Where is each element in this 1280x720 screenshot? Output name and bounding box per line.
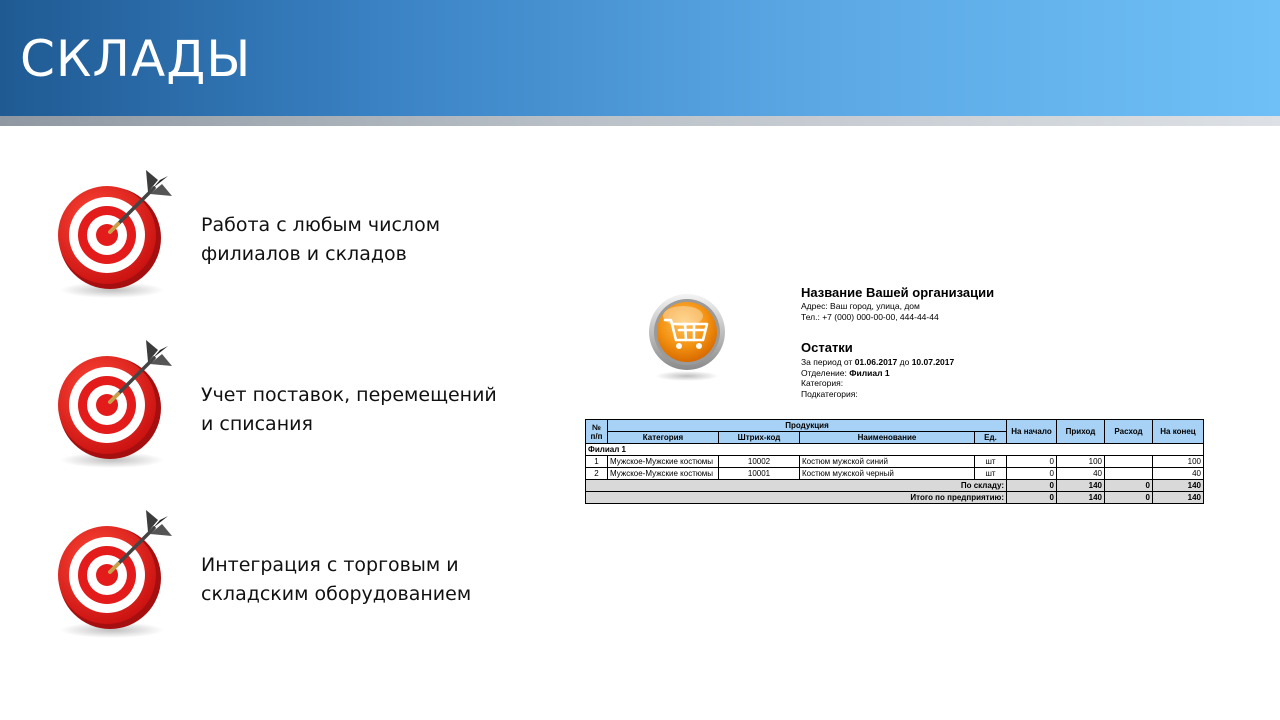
col-header-expense: Расход: [1104, 419, 1153, 444]
feature-line: Интеграция с торговым и: [201, 554, 459, 576]
company-total-end: 140: [1152, 491, 1204, 504]
col-header-end: На конец: [1152, 419, 1204, 444]
col-header-num: № п/п: [585, 419, 608, 444]
group-label: Филиал 1: [585, 443, 1204, 456]
report-period: За период от 01.06.2017 до 10.07.2017: [801, 357, 954, 368]
warehouse-total-start: 0: [1006, 479, 1057, 492]
cell-unit: шт: [974, 455, 1007, 468]
cell-end: 40: [1152, 467, 1204, 480]
period-to: 10.07.2017: [911, 357, 955, 367]
feature-line: складским оборудованием: [201, 583, 472, 605]
period-to-label: до: [899, 357, 910, 367]
page-title: СКЛАДЫ: [20, 30, 252, 88]
feature-line: Работа с любым числом: [201, 214, 441, 236]
report-title: Остатки: [801, 340, 853, 355]
cell-expense: [1104, 467, 1153, 480]
cell-income: 40: [1056, 467, 1105, 480]
report-department: Отделение: Филиал 1: [801, 368, 954, 379]
header-divider: [0, 116, 1280, 126]
cell-name: Костюм мужской синий: [799, 455, 975, 468]
target-icon: [50, 336, 190, 476]
warehouse-total-label: По складу:: [585, 479, 1007, 492]
organization-info: Название Вашей организации Адрес: Ваш го…: [801, 285, 994, 322]
cell-barcode: 10002: [718, 455, 800, 468]
report-subcategory: Подкатегория:: [801, 388, 858, 399]
organization-name: Название Вашей организации: [801, 285, 995, 300]
warehouse-total-income: 140: [1056, 479, 1105, 492]
group-row: Филиал 1: [585, 443, 1204, 456]
feature-line: Учет поставок, перемещений: [201, 384, 497, 406]
col-header-category: Категория: [607, 431, 719, 444]
company-total-start: 0: [1006, 491, 1057, 504]
cell-income: 100: [1056, 455, 1105, 468]
col-header-products: Продукция: [607, 419, 1007, 432]
target-icon: [50, 166, 190, 306]
cell-num: 1: [585, 455, 608, 468]
period-from: 01.06.2017: [854, 357, 898, 367]
col-header-unit: Ед.: [974, 431, 1007, 444]
company-total-income: 140: [1056, 491, 1105, 504]
cell-end: 100: [1152, 455, 1204, 468]
col-header-start: На начало: [1006, 419, 1057, 444]
department-label: Отделение:: [801, 367, 847, 378]
col-header-income: Приход: [1056, 419, 1105, 444]
feature-text-supplies: Учет поставок, перемещений и списания: [201, 381, 497, 439]
target-icon: [50, 506, 190, 646]
feature-line: и списания: [201, 413, 313, 435]
table-row: 2 Мужское-Мужские костюмы 10001 Костюм м…: [585, 467, 1204, 480]
cell-unit: шт: [974, 467, 1007, 480]
feature-line: филиалов и складов: [201, 243, 407, 265]
company-total-label: Итого по предприятию:: [585, 491, 1007, 504]
report-category: Категория:: [801, 378, 844, 388]
shopping-cart-icon: [649, 294, 725, 381]
feature-text-branches: Работа с любым числом филиалов и складов: [201, 211, 440, 269]
warehouse-total-end: 140: [1152, 479, 1204, 492]
cell-category: Мужское-Мужские костюмы: [607, 467, 719, 480]
cell-barcode: 10001: [718, 467, 800, 480]
report-parameters: За период от 01.06.2017 до 10.07.2017 От…: [801, 357, 954, 399]
cell-category: Мужское-Мужские костюмы: [607, 455, 719, 468]
organization-address: Адрес: Ваш город, улица, дом: [801, 301, 920, 311]
col-header-name: Наименование: [799, 431, 975, 444]
cell-num: 2: [585, 467, 608, 480]
organization-phone: Тел.: +7 (000) 000-00-00, 444-44-44: [801, 311, 939, 322]
cell-start: 0: [1006, 467, 1057, 480]
company-total-row: Итого по предприятию: 0 140 0 140: [585, 491, 1204, 504]
feature-text-equipment: Интеграция с торговым и складским оборуд…: [201, 551, 471, 609]
header-bar: СКЛАДЫ: [0, 0, 1280, 116]
department-value: Филиал 1: [849, 367, 890, 378]
stock-report-table: № п/п Продукция На начало Приход Расход …: [585, 419, 1204, 504]
col-header-barcode: Штрих-код: [718, 431, 800, 444]
period-label: За период от: [801, 357, 853, 367]
cell-name: Костюм мужской черный: [799, 467, 975, 480]
warehouse-total-expense: 0: [1104, 479, 1153, 492]
company-total-expense: 0: [1104, 491, 1153, 504]
table-row: 1 Мужское-Мужские костюмы 10002 Костюм м…: [585, 455, 1204, 468]
cell-expense: [1104, 455, 1153, 468]
cell-start: 0: [1006, 455, 1057, 468]
warehouse-total-row: По складу: 0 140 0 140: [585, 479, 1204, 492]
